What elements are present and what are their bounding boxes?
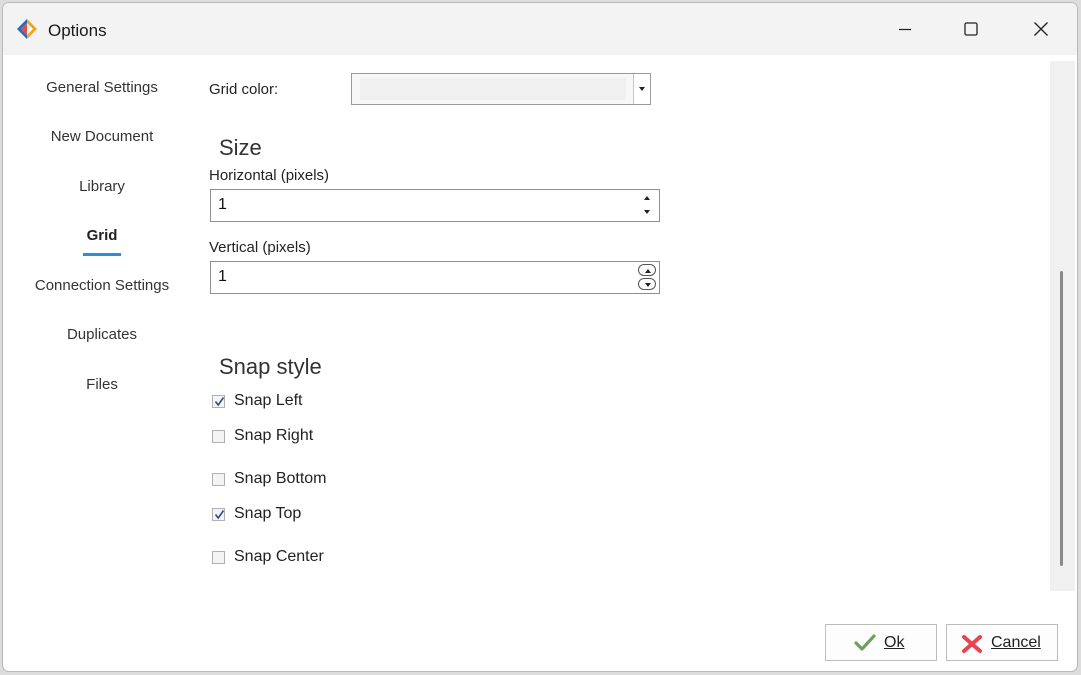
- sidebar-item-connection-settings[interactable]: Connection Settings: [3, 277, 201, 294]
- x-cross-icon: [962, 635, 982, 653]
- vertical-scrollbar[interactable]: [1050, 61, 1075, 591]
- options-sidebar: General Settings New Document Library Gr…: [3, 55, 201, 605]
- snap-right-label: Snap Right: [234, 427, 314, 444]
- cancel-label: Cancel: [991, 634, 1041, 651]
- spin-up-icon[interactable]: [638, 264, 656, 276]
- checkmark-icon: [854, 634, 876, 651]
- checkmark-icon: [214, 510, 225, 520]
- grid-settings-panel: Grid color: Size Horizontal (pixels) 1 V…: [201, 55, 1051, 605]
- grid-color-label: Grid color:: [209, 81, 279, 98]
- snap-style-section-title: Snap style: [219, 354, 322, 379]
- horizontal-pixels-spinner[interactable]: 1: [210, 189, 660, 222]
- sidebar-item-general-settings[interactable]: General Settings: [3, 79, 201, 96]
- sidebar-item-grid[interactable]: Grid: [3, 227, 201, 244]
- sidebar-item-duplicates[interactable]: Duplicates: [3, 326, 201, 343]
- sidebar-item-new-document[interactable]: New Document: [3, 128, 201, 145]
- snap-center-checkbox[interactable]: [212, 551, 225, 564]
- window-title: Options: [48, 21, 107, 40]
- vertical-pixels-spinner[interactable]: 1: [210, 261, 660, 294]
- close-icon: [1034, 22, 1048, 36]
- sidebar-item-library[interactable]: Library: [3, 178, 201, 195]
- scrollbar-thumb[interactable]: [1060, 271, 1063, 566]
- horizontal-spin-buttons: [638, 192, 656, 219]
- maximize-icon: [964, 22, 978, 36]
- horizontal-pixels-label: Horizontal (pixels): [209, 167, 330, 184]
- snap-left-label: Snap Left: [234, 392, 303, 409]
- ok-label: Ok: [884, 634, 905, 651]
- options-window: Options General Settings New Document Li…: [2, 2, 1078, 672]
- snap-bottom-checkbox[interactable]: [212, 473, 225, 486]
- vertical-pixels-label: Vertical (pixels): [209, 239, 311, 256]
- checkmark-icon: [214, 397, 225, 407]
- cancel-button[interactable]: Cancel: [946, 624, 1058, 661]
- active-tab-indicator: [83, 253, 121, 256]
- spin-down-icon[interactable]: [638, 206, 656, 219]
- close-button[interactable]: [1006, 3, 1076, 55]
- snap-top-checkbox[interactable]: [212, 508, 225, 521]
- spin-down-icon[interactable]: [638, 278, 656, 290]
- spin-up-icon[interactable]: [638, 192, 656, 205]
- ok-button[interactable]: Ok: [825, 624, 937, 661]
- grid-color-dropdown[interactable]: [351, 73, 651, 105]
- app-logo-icon: [16, 18, 38, 40]
- snap-right-checkbox[interactable]: [212, 430, 225, 443]
- size-section-title: Size: [219, 135, 262, 160]
- snap-left-checkbox[interactable]: [212, 395, 225, 408]
- snap-top-label: Snap Top: [234, 505, 302, 522]
- chevron-down-icon[interactable]: [633, 74, 650, 104]
- grid-color-swatch: [360, 78, 626, 100]
- vertical-pixels-value[interactable]: 1: [218, 268, 227, 286]
- minimize-icon: [899, 28, 911, 31]
- vertical-spin-buttons: [638, 264, 656, 291]
- title-bar[interactable]: Options: [3, 3, 1077, 55]
- minimize-button[interactable]: [870, 3, 940, 55]
- snap-bottom-label: Snap Bottom: [234, 470, 327, 487]
- horizontal-pixels-value[interactable]: 1: [218, 196, 227, 214]
- sidebar-item-files[interactable]: Files: [3, 376, 201, 393]
- snap-center-label: Snap Center: [234, 548, 324, 565]
- maximize-button[interactable]: [936, 3, 1006, 55]
